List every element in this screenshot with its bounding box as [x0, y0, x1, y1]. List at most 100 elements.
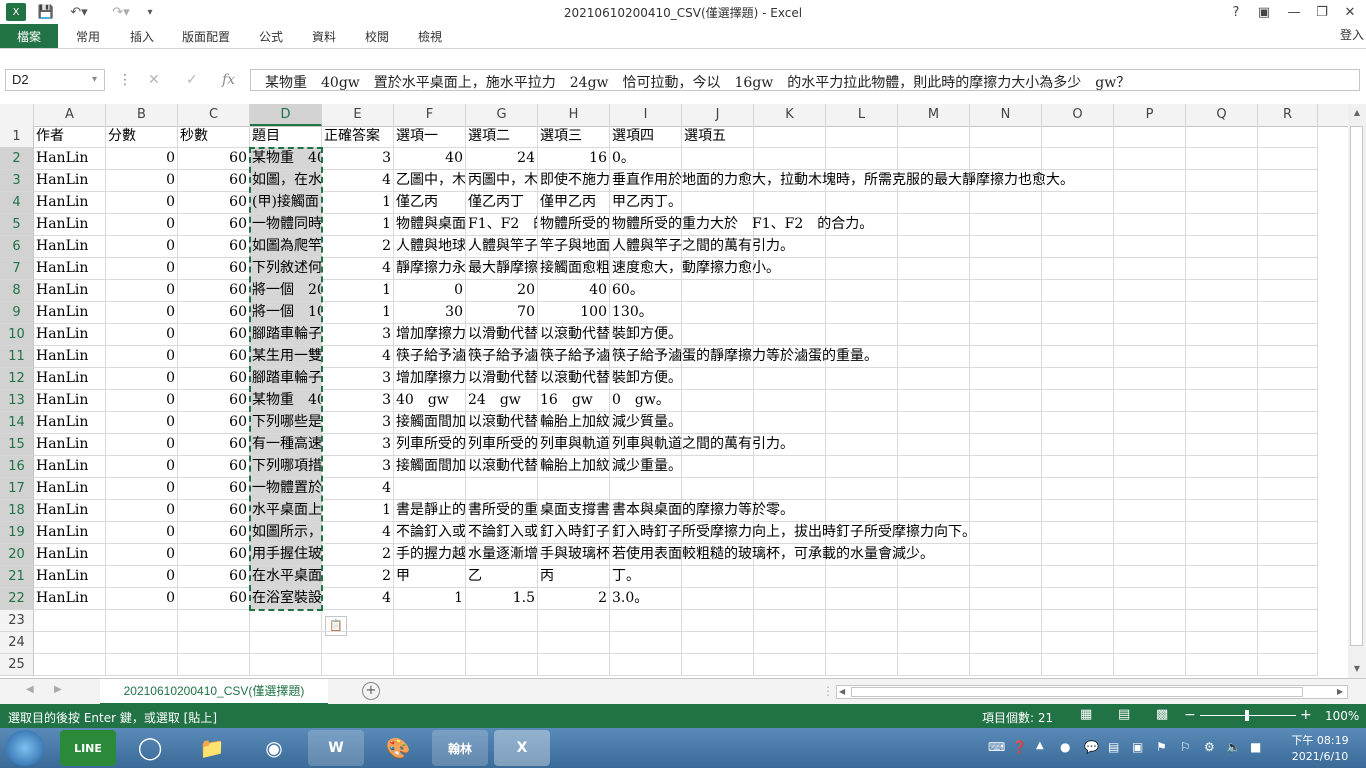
horizontal-scrollbar[interactable]: ◀ ▶ — [836, 685, 1348, 699]
cell[interactable]: 1 — [322, 214, 394, 236]
cell[interactable]: 一物體同時 — [250, 214, 322, 236]
cell[interactable] — [538, 610, 610, 632]
cell[interactable] — [610, 478, 682, 500]
cell[interactable] — [1258, 654, 1318, 676]
cell[interactable] — [898, 434, 970, 456]
image-tray-icon[interactable]: ▣ — [1132, 740, 1143, 754]
gear-tray-icon[interactable]: ⚙ — [1204, 740, 1215, 754]
scroll-up-icon[interactable]: ▲ — [1350, 108, 1364, 117]
cell[interactable] — [538, 654, 610, 676]
cell[interactable]: 3 — [322, 324, 394, 346]
column-header-i[interactable]: I — [610, 104, 682, 126]
column-title-cell[interactable] — [1042, 126, 1114, 148]
cell[interactable]: 筷子給予滷 — [394, 346, 466, 368]
cell[interactable] — [754, 478, 826, 500]
cell[interactable] — [754, 566, 826, 588]
cell[interactable]: HanLin — [34, 324, 106, 346]
column-header-e[interactable]: E — [322, 104, 394, 126]
column-title-cell[interactable]: 正確答案 — [322, 126, 394, 148]
close-icon[interactable]: ✕ — [1336, 2, 1364, 22]
row-header[interactable]: 4 — [0, 192, 34, 214]
scroll-right-icon[interactable]: ▶ — [1337, 687, 1343, 696]
cell[interactable]: 0 — [106, 170, 178, 192]
cell[interactable] — [898, 346, 970, 368]
cell[interactable] — [1258, 368, 1318, 390]
cell[interactable] — [538, 632, 610, 654]
cell[interactable] — [1186, 654, 1258, 676]
cell[interactable] — [970, 544, 1042, 566]
cell[interactable] — [970, 302, 1042, 324]
cell[interactable] — [1258, 170, 1318, 192]
cell[interactable]: 0 — [106, 390, 178, 412]
tray-expand-icon[interactable]: ▲ — [1036, 740, 1044, 751]
cell[interactable]: 人體與竿子之間的萬有引力。 — [610, 236, 794, 258]
cell[interactable] — [970, 610, 1042, 632]
cell[interactable] — [970, 654, 1042, 676]
cell[interactable] — [1258, 412, 1318, 434]
cell[interactable]: 0 — [106, 346, 178, 368]
cell[interactable] — [1258, 346, 1318, 368]
row-header[interactable]: 18 — [0, 500, 34, 522]
cell[interactable]: 丙圖中，木 — [466, 170, 538, 192]
cell[interactable] — [826, 236, 898, 258]
cell[interactable]: 60 — [178, 170, 250, 192]
cell[interactable] — [970, 588, 1042, 610]
cell[interactable] — [754, 654, 826, 676]
column-title-cell[interactable] — [898, 126, 970, 148]
cell[interactable]: 靜摩擦力永 — [394, 258, 466, 280]
cell[interactable]: 下列哪項措 — [250, 456, 322, 478]
row-header[interactable]: 22 — [0, 588, 34, 610]
cell[interactable] — [1186, 192, 1258, 214]
cell[interactable]: 書所受的重 — [466, 500, 538, 522]
tab-data[interactable]: 資料 — [312, 28, 336, 45]
cell[interactable]: 腳踏車輪子 — [250, 368, 322, 390]
cell[interactable] — [322, 610, 394, 632]
cell[interactable] — [970, 192, 1042, 214]
row-header[interactable]: 1 — [0, 126, 34, 148]
cell[interactable]: 列車與軌道 — [538, 434, 610, 456]
cell[interactable]: 0 — [106, 214, 178, 236]
column-header-o[interactable]: O — [1042, 104, 1114, 126]
cell[interactable] — [1114, 544, 1186, 566]
minimize-icon[interactable]: — — [1280, 2, 1308, 22]
tab-review[interactable]: 校閱 — [365, 28, 389, 45]
cell[interactable]: 將一個 10 — [250, 302, 322, 324]
cell[interactable]: 乙圖中，木 — [394, 170, 466, 192]
cell[interactable]: 3 — [322, 456, 394, 478]
cell[interactable]: 60 — [178, 500, 250, 522]
cell[interactable] — [466, 654, 538, 676]
cell[interactable] — [970, 566, 1042, 588]
row-header[interactable]: 8 — [0, 280, 34, 302]
zoom-slider-handle[interactable] — [1245, 710, 1249, 721]
cell[interactable] — [466, 478, 538, 500]
row-header[interactable]: 13 — [0, 390, 34, 412]
column-title-cell[interactable] — [1186, 126, 1258, 148]
cell[interactable] — [1258, 566, 1318, 588]
cell[interactable]: 60 — [178, 566, 250, 588]
sheet-scroll-left-icon[interactable]: ◀ — [26, 684, 34, 695]
cell[interactable]: HanLin — [34, 588, 106, 610]
cell[interactable] — [1114, 214, 1186, 236]
restore-icon[interactable]: ❐ — [1308, 2, 1336, 22]
cell[interactable]: HanLin — [34, 280, 106, 302]
cell[interactable] — [826, 566, 898, 588]
cell[interactable]: 2 — [538, 588, 610, 610]
cell[interactable] — [1042, 522, 1114, 544]
cell[interactable]: 水平桌面上 — [250, 500, 322, 522]
cell[interactable]: 0 — [106, 478, 178, 500]
cell[interactable]: 水量逐漸增 — [466, 544, 538, 566]
cell[interactable]: 24 gw — [466, 390, 538, 412]
taskbar-explorer-icon[interactable]: 📁 — [184, 730, 240, 766]
cell[interactable] — [1258, 148, 1318, 170]
cell[interactable]: 60 — [178, 368, 250, 390]
cell[interactable] — [826, 654, 898, 676]
cell[interactable]: 腳踏車輪子 — [250, 324, 322, 346]
cell[interactable]: 0 — [106, 522, 178, 544]
cell[interactable] — [1186, 214, 1258, 236]
cell[interactable] — [754, 192, 826, 214]
cell[interactable] — [1114, 346, 1186, 368]
cell[interactable] — [1186, 610, 1258, 632]
row-header[interactable]: 12 — [0, 368, 34, 390]
cell[interactable]: 1 — [322, 500, 394, 522]
cell[interactable]: 16 — [538, 148, 610, 170]
